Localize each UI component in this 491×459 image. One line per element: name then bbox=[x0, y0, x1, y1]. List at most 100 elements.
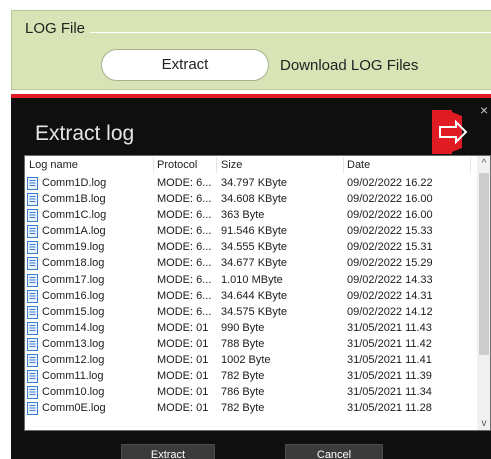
log-file-panel: LOG File Extract Download LOG Files bbox=[11, 10, 491, 90]
column-header-protocol[interactable]: Protocol bbox=[157, 159, 197, 175]
cell-date: 31/05/2021 11.43 bbox=[347, 321, 432, 334]
panel-title: LOG File bbox=[25, 20, 86, 37]
panel-divider bbox=[90, 32, 491, 33]
cell-protocol: MODE: 6... bbox=[157, 305, 212, 318]
cell-protocol: MODE: 01 bbox=[157, 370, 209, 383]
document-icon bbox=[27, 321, 38, 335]
cell-protocol: MODE: 01 bbox=[157, 386, 209, 399]
cell-protocol: MODE: 01 bbox=[157, 337, 209, 350]
list-item[interactable]: Comm18.log MODE: 6... 34.677 KByte 09/02/20… bbox=[25, 255, 477, 271]
cell-protocol: MODE: 6... bbox=[157, 241, 212, 254]
log-list[interactable]: Log name Protocol Size Date Comm1D.log MO… bbox=[24, 155, 491, 431]
cell-name: Comm15.log bbox=[42, 305, 105, 318]
list-header: Log name Protocol Size Date bbox=[25, 156, 477, 174]
cell-size: 363 Byte bbox=[221, 209, 265, 222]
cell-name: Comm13.log bbox=[42, 337, 105, 350]
cell-date: 09/02/2022 15.29 bbox=[347, 257, 433, 270]
vertical-scrollbar[interactable]: ^ v bbox=[477, 156, 490, 430]
scroll-up-arrow-icon[interactable]: ^ bbox=[477, 156, 490, 172]
cell-date: 09/02/2022 16.00 bbox=[347, 193, 433, 206]
column-divider[interactable] bbox=[153, 157, 154, 173]
cell-protocol: MODE: 01 bbox=[157, 354, 209, 367]
cell-date: 31/05/2021 11.39 bbox=[347, 370, 432, 383]
list-item[interactable]: Comm14.log MODE: 01 990 Byte 31/05/2021 11.… bbox=[25, 320, 477, 336]
document-icon bbox=[27, 257, 38, 271]
dialog-cancel-button[interactable]: Cancel bbox=[285, 444, 383, 459]
document-icon bbox=[27, 209, 38, 223]
cell-size: 34.644 KByte bbox=[221, 289, 288, 302]
list-item[interactable]: Comm1D.log MODE: 6... 34.797 KByte 09/02/20… bbox=[25, 175, 477, 191]
list-item[interactable]: Comm1B.log MODE: 6... 34.608 KByte 09/02/20… bbox=[25, 191, 477, 207]
cell-date: 09/02/2022 14.33 bbox=[347, 273, 433, 286]
list-item[interactable]: Comm10.log MODE: 01 786 Byte 31/05/2021 11.… bbox=[25, 384, 477, 400]
close-icon[interactable]: × bbox=[480, 102, 488, 118]
cell-name: Comm0E.log bbox=[42, 402, 106, 415]
document-icon bbox=[27, 193, 38, 207]
cell-name: Comm12.log bbox=[42, 354, 105, 367]
list-item[interactable]: Comm0E.log MODE: 01 782 Byte 31/05/2021 11.… bbox=[25, 400, 477, 416]
cell-name: Comm10.log bbox=[42, 386, 105, 399]
cell-date: 31/05/2021 11.41 bbox=[347, 354, 432, 367]
column-header-size[interactable]: Size bbox=[221, 159, 242, 175]
cell-protocol: MODE: 6... bbox=[157, 273, 212, 286]
scroll-thumb[interactable] bbox=[479, 173, 489, 355]
document-icon bbox=[27, 370, 38, 384]
list-item[interactable]: Comm1C.log MODE: 6... 363 Byte 09/02/2022 1… bbox=[25, 207, 477, 223]
cell-size: 91.546 KByte bbox=[221, 225, 288, 238]
document-icon bbox=[27, 386, 38, 400]
column-header-log-name[interactable]: Log name bbox=[29, 159, 78, 175]
document-icon bbox=[27, 289, 38, 303]
cell-name: Comm19.log bbox=[42, 241, 105, 254]
cell-size: 1002 Byte bbox=[221, 354, 271, 367]
column-divider[interactable] bbox=[343, 157, 344, 173]
cell-name: Comm11.log bbox=[42, 370, 104, 383]
cell-protocol: MODE: 6... bbox=[157, 177, 212, 189]
list-item[interactable]: Comm15.log MODE: 6... 34.575 KByte 09/02/20… bbox=[25, 304, 477, 320]
document-icon bbox=[27, 241, 38, 255]
list-item[interactable]: Comm16.log MODE: 6... 34.644 KByte 09/02/20… bbox=[25, 288, 477, 304]
extract-button[interactable]: Extract bbox=[101, 49, 269, 81]
cell-name: Comm18.log bbox=[42, 257, 105, 270]
column-divider[interactable] bbox=[470, 157, 471, 173]
exit-door-icon[interactable] bbox=[432, 110, 470, 154]
cell-protocol: MODE: 01 bbox=[157, 402, 209, 415]
cell-date: 09/02/2022 14.12 bbox=[347, 305, 433, 318]
list-item[interactable]: Comm13.log MODE: 01 788 Byte 31/05/2021 11.… bbox=[25, 336, 477, 352]
cell-name: Comm14.log bbox=[42, 321, 105, 334]
cell-protocol: MODE: 6... bbox=[157, 225, 212, 238]
document-icon bbox=[27, 273, 38, 287]
cell-date: 31/05/2021 11.42 bbox=[347, 337, 432, 350]
document-icon bbox=[27, 225, 38, 239]
cell-date: 09/02/2022 14.31 bbox=[347, 289, 433, 302]
cell-protocol: MODE: 01 bbox=[157, 321, 209, 334]
list-item[interactable]: Comm17.log MODE: 6... 1.010 MByte 09/02/202… bbox=[25, 272, 477, 288]
list-item[interactable]: Comm1A.log MODE: 6... 91.546 KByte 09/02/20… bbox=[25, 223, 477, 239]
list-item[interactable]: Comm12.log MODE: 01 1002 Byte 31/05/2021 11… bbox=[25, 352, 477, 368]
list-item[interactable]: Comm11.log MODE: 01 782 Byte 31/05/2021 11.… bbox=[25, 368, 477, 384]
scroll-down-arrow-icon[interactable]: v bbox=[477, 416, 490, 430]
cell-name: Comm1B.log bbox=[42, 193, 106, 206]
document-icon bbox=[27, 305, 38, 319]
cell-protocol: MODE: 6... bbox=[157, 193, 212, 206]
cell-size: 34.555 KByte bbox=[221, 241, 288, 254]
extract-log-dialog: Extract log × Log name Protocol Size Dat… bbox=[11, 94, 491, 459]
cell-protocol: MODE: 6... bbox=[157, 209, 212, 222]
column-divider[interactable] bbox=[216, 157, 217, 173]
cell-date: 09/02/2022 15.33 bbox=[347, 225, 433, 238]
document-icon bbox=[27, 354, 38, 368]
list-rows: Comm1D.log MODE: 6... 34.797 KByte 09/02/20… bbox=[25, 175, 477, 416]
cell-size: 34.608 KByte bbox=[221, 193, 288, 206]
cell-size: 34.575 KByte bbox=[221, 305, 288, 318]
download-log-files-label: Download LOG Files bbox=[280, 57, 419, 74]
column-header-date[interactable]: Date bbox=[347, 159, 370, 175]
cell-size: 34.797 KByte bbox=[221, 177, 288, 189]
cell-size: 1.010 MByte bbox=[221, 273, 283, 286]
cell-date: 09/02/2022 16.22 bbox=[347, 177, 433, 189]
cell-protocol: MODE: 6... bbox=[157, 289, 212, 302]
cell-size: 782 Byte bbox=[221, 370, 265, 383]
list-item[interactable]: Comm19.log MODE: 6... 34.555 KByte 09/02/20… bbox=[25, 239, 477, 255]
cell-size: 788 Byte bbox=[221, 337, 265, 350]
dialog-extract-button[interactable]: Extract bbox=[121, 444, 215, 459]
cell-protocol: MODE: 6... bbox=[157, 257, 212, 270]
cell-date: 09/02/2022 16.00 bbox=[347, 209, 433, 222]
